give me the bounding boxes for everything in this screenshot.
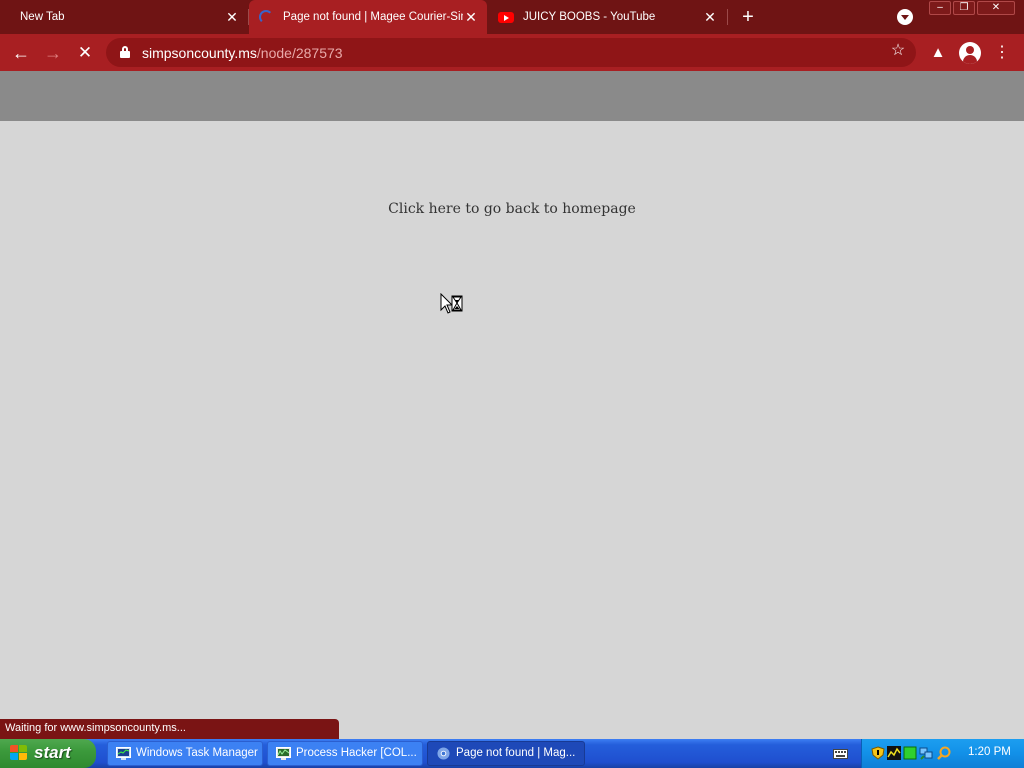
- keyboard-icon[interactable]: [833, 746, 848, 760]
- task-label: Page not found | Mag...: [456, 747, 576, 759]
- search-magnifier-icon[interactable]: [937, 746, 951, 760]
- tab-title: New Tab: [20, 11, 65, 23]
- youtube-icon: [498, 11, 514, 23]
- kebab-menu-icon[interactable]: ⋮: [991, 42, 1013, 64]
- stop-loading-icon[interactable]: ✕: [74, 42, 96, 64]
- profile-avatar-icon[interactable]: [959, 42, 981, 64]
- loading-spinner-icon: [259, 10, 273, 24]
- task-label: Windows Task Manager: [136, 747, 258, 759]
- system-tray: 1:20 PM: [861, 739, 1024, 768]
- clock[interactable]: 1:20 PM: [968, 746, 1011, 758]
- tab-close-icon[interactable]: ✕: [463, 9, 479, 25]
- busy-cursor-icon: [440, 293, 463, 314]
- start-button[interactable]: start: [0, 739, 96, 768]
- network-icon[interactable]: [919, 746, 933, 760]
- windows-flag-icon: [10, 745, 28, 762]
- tab-title: Page not found | Magee Courier-Simpson C…: [283, 11, 463, 23]
- tab-search-chevron-icon[interactable]: [897, 9, 913, 25]
- task-manager-icon: [116, 747, 131, 760]
- taskbar-button-process-hacker[interactable]: Process Hacker [COL...: [267, 741, 423, 766]
- window-restore-button[interactable]: ❐: [953, 1, 975, 15]
- url-host: simpsoncounty.ms: [142, 45, 257, 61]
- tab-close-icon[interactable]: ✕: [702, 9, 718, 25]
- taskbar-button-chrome[interactable]: Page not found | Mag...: [427, 741, 585, 766]
- start-label: start: [34, 743, 71, 762]
- browser-toolbar: ← → ✕ simpsoncounty.ms/node/287573 ☆ ▲ ⋮: [0, 34, 1024, 71]
- page-body: Click here to go back to homepage: [0, 121, 1024, 719]
- back-to-homepage-link[interactable]: Click here to go back to homepage: [0, 201, 1024, 217]
- url-text[interactable]: simpsoncounty.ms/node/287573: [142, 45, 343, 61]
- tab-youtube[interactable]: JUICY BOOBS - YouTube ✕: [488, 0, 726, 34]
- process-hacker-icon: [276, 747, 291, 760]
- page-header-band: [0, 71, 1024, 121]
- process-hacker-tray-icon[interactable]: [887, 746, 901, 760]
- forward-arrow-icon[interactable]: →: [42, 42, 64, 64]
- chrome-icon: [437, 747, 450, 760]
- tab-title: JUICY BOOBS - YouTube: [523, 11, 656, 23]
- taskbar-button-task-manager[interactable]: Windows Task Manager: [107, 741, 263, 766]
- tab-page-not-found[interactable]: Page not found | Magee Courier-Simpson C…: [249, 0, 487, 34]
- task-label: Process Hacker [COL...: [296, 747, 417, 759]
- green-status-icon[interactable]: [903, 746, 917, 760]
- address-bar[interactable]: simpsoncounty.ms/node/287573 ☆: [106, 38, 916, 67]
- url-path: /node/287573: [256, 45, 343, 61]
- bookmark-star-icon[interactable]: ☆: [888, 41, 908, 61]
- tab-close-icon[interactable]: ✕: [224, 9, 240, 25]
- lock-icon[interactable]: [120, 46, 130, 58]
- labs-flask-icon[interactable]: ▲: [927, 42, 949, 64]
- status-bubble: Waiting for www.simpsoncounty.ms...: [0, 719, 339, 739]
- window-close-button[interactable]: ✕: [977, 1, 1015, 15]
- security-shield-icon[interactable]: [871, 746, 885, 760]
- tab-separator: [727, 9, 728, 25]
- taskbar: start Windows Task Manager Process Hacke…: [0, 739, 1024, 768]
- new-tab-plus-icon[interactable]: +: [738, 7, 758, 27]
- back-arrow-icon[interactable]: ←: [10, 42, 32, 64]
- window-minimize-button[interactable]: ‒: [929, 1, 951, 15]
- browser-tab-strip: New Tab ✕ Page not found | Magee Courier…: [0, 0, 1024, 34]
- tab-new-tab[interactable]: New Tab ✕: [0, 0, 248, 34]
